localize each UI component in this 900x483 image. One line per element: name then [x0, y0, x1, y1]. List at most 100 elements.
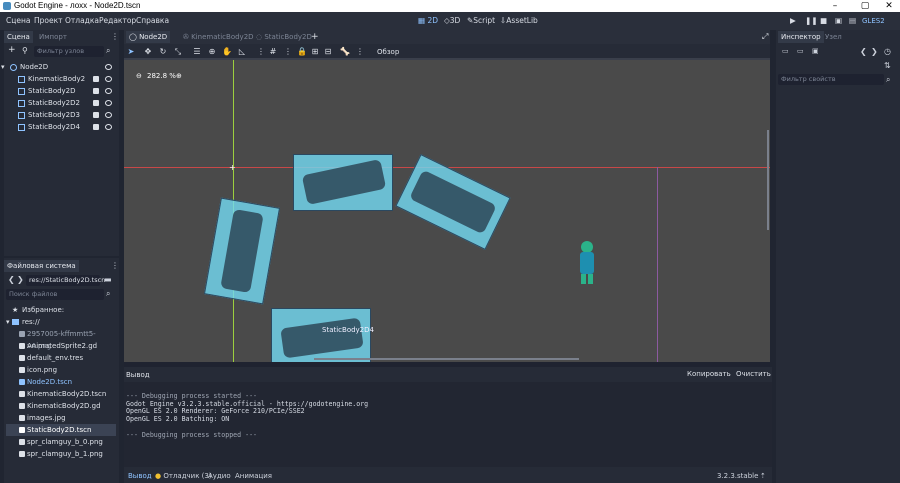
file-row[interactable]: AnimatedSprite2.gd: [6, 340, 116, 352]
save-resource-icon[interactable]: ▣: [812, 47, 819, 55]
instance-icon[interactable]: [93, 112, 99, 118]
menu-scene[interactable]: Сцена: [6, 16, 30, 25]
coffin-sprite-1[interactable]: [293, 154, 393, 211]
character-sprite[interactable]: [577, 241, 597, 285]
pivot-icon[interactable]: ⊕: [207, 47, 217, 57]
ruler-icon[interactable]: ◺: [237, 47, 247, 57]
visibility-eye-icon[interactable]: [105, 88, 112, 94]
group-icon[interactable]: ⊟: [323, 47, 333, 57]
tab-debugger[interactable]: ● Отладчик (3): [155, 472, 212, 480]
file-row[interactable]: 2957005-kffmmtt5-v4.png: [6, 328, 116, 350]
file-row[interactable]: KinematicBody2D.tscn: [6, 388, 116, 400]
view-menu[interactable]: Обзор: [377, 48, 399, 56]
copy-button[interactable]: Копировать: [687, 370, 731, 378]
visibility-eye-icon[interactable]: [105, 100, 112, 106]
skeleton-options-icon[interactable]: ⋮: [355, 47, 365, 57]
file-search-input[interactable]: Поиск файлов: [6, 289, 104, 300]
close-icon[interactable]: ✕: [876, 0, 900, 12]
zoom-out-icon[interactable]: ⊖: [136, 72, 142, 80]
add-node-icon[interactable]: +: [8, 45, 16, 55]
fs-menu-icon[interactable]: ⋮: [111, 261, 119, 270]
editor-tab-kinematic[interactable]: ✇ KinematicBody2D: [180, 31, 257, 43]
file-row[interactable]: spr_clamguy_b_0.png: [6, 436, 116, 448]
snap-options-icon[interactable]: ⋮: [283, 47, 293, 57]
inspector-forward-icon[interactable]: ❯: [871, 47, 878, 56]
select-mode-icon[interactable]: ➤: [126, 47, 136, 57]
workspace-assetlib[interactable]: ⇩AssetLib: [500, 16, 538, 25]
instance-icon[interactable]: [93, 100, 99, 106]
tab-audio[interactable]: Аудио: [208, 472, 231, 480]
dock-menu-icon[interactable]: ⋮: [111, 32, 119, 41]
clear-button[interactable]: Очистить: [736, 370, 771, 378]
instance-icon[interactable]: [93, 76, 99, 82]
visibility-eye-icon[interactable]: [105, 76, 112, 82]
viewport-vscroll[interactable]: [767, 130, 769, 230]
menu-debug[interactable]: Отладка: [65, 16, 99, 25]
move-mode-icon[interactable]: ✥: [143, 47, 153, 57]
stop-icon[interactable]: ■: [820, 16, 827, 25]
editor-tab-node2d[interactable]: ◯ Node2D: [126, 31, 171, 43]
file-row[interactable]: StaticBody2D.tscn: [6, 424, 116, 436]
link-icon[interactable]: ⚲: [22, 46, 28, 55]
maximize-icon[interactable]: ▢: [852, 0, 878, 12]
workspace-script[interactable]: ✎Script: [467, 16, 495, 25]
canvas-viewport[interactable]: + StaticBody2D4: [124, 60, 770, 362]
back-icon[interactable]: ❮: [8, 275, 15, 284]
res-root-row[interactable]: ▾ res://: [6, 316, 116, 328]
file-row[interactable]: Node2D.tscn: [6, 376, 116, 388]
zoom-in-icon[interactable]: ⊕: [176, 72, 182, 80]
zoom-level[interactable]: 282.8 %: [147, 72, 176, 80]
scene-node-row[interactable]: StaticBody2D: [6, 86, 116, 97]
play-icon[interactable]: ▶: [790, 16, 796, 25]
renderer-label[interactable]: GLES2: [862, 15, 896, 27]
scale-mode-icon[interactable]: ⤡: [173, 47, 183, 57]
tab-inspector[interactable]: Инспектор: [778, 31, 824, 43]
inspector-search-icon[interactable]: ⌕: [886, 75, 890, 85]
pan-mode-icon[interactable]: ✋: [222, 47, 232, 57]
smart-snap-icon[interactable]: ⋮: [256, 47, 266, 57]
distraction-free-icon[interactable]: ⤢: [762, 32, 768, 42]
history-icon[interactable]: ◷: [884, 47, 891, 56]
fs-search-icon[interactable]: ⌕: [106, 289, 110, 299]
scene-node-row[interactable]: ▾ Node2D: [1, 62, 116, 73]
editor-tab-static[interactable]: ◌ StaticBody2D: [253, 31, 315, 43]
rotate-mode-icon[interactable]: ↻: [158, 47, 168, 57]
play-scene-icon[interactable]: ▣: [835, 16, 842, 25]
lock-icon[interactable]: 🔒: [297, 47, 307, 57]
coffin-sprite-4[interactable]: [271, 308, 371, 362]
play-custom-icon[interactable]: ▤: [849, 16, 856, 25]
tab-scene[interactable]: Сцена: [4, 31, 33, 43]
file-row[interactable]: images.jpg: [6, 412, 116, 424]
expand-icon[interactable]: ▾: [1, 62, 5, 73]
viewport-hscroll[interactable]: [314, 358, 579, 360]
scene-node-row[interactable]: KinematicBody2: [6, 74, 116, 85]
new-tab-icon[interactable]: +: [311, 32, 319, 42]
skeleton-icon[interactable]: 🦴: [340, 47, 350, 57]
file-row[interactable]: default_env.tres: [6, 352, 116, 364]
new-resource-icon[interactable]: ▭: [782, 47, 789, 55]
fs-path-field[interactable]: res://StaticBody2D.tscn: [26, 275, 105, 286]
search-icon[interactable]: ⌕: [106, 46, 110, 56]
node-filter-input[interactable]: Фильтр узлов: [34, 46, 104, 57]
coffin-sprite-2[interactable]: [395, 154, 511, 250]
scene-node-row[interactable]: StaticBody2D4: [6, 122, 116, 133]
pause-icon[interactable]: ❚❚: [805, 16, 818, 25]
tab-node[interactable]: Узел: [822, 31, 845, 43]
pin-bottom-icon[interactable]: ⇡: [760, 472, 766, 480]
menu-help[interactable]: Справка: [136, 16, 169, 25]
property-filter-input[interactable]: Фильтр свойств: [778, 74, 884, 85]
open-resource-icon[interactable]: ▭: [797, 47, 804, 55]
visibility-eye-icon[interactable]: [105, 64, 112, 70]
unlock-icon[interactable]: ⊞: [310, 47, 320, 57]
tab-animation[interactable]: Анимация: [235, 472, 272, 480]
visibility-eye-icon[interactable]: [105, 112, 112, 118]
coffin-sprite-3[interactable]: [203, 197, 281, 305]
visibility-eye-icon[interactable]: [105, 124, 112, 130]
inspector-back-icon[interactable]: ❮: [860, 47, 867, 56]
scene-node-row[interactable]: StaticBody2D3: [6, 110, 116, 121]
split-view-icon[interactable]: ▬: [104, 275, 112, 284]
inspector-tools-icon[interactable]: ⇅: [884, 61, 891, 70]
file-row[interactable]: icon.png: [6, 364, 116, 376]
minimize-icon[interactable]: –: [822, 0, 848, 12]
favorites-row[interactable]: ★ Избранное:: [6, 304, 116, 316]
